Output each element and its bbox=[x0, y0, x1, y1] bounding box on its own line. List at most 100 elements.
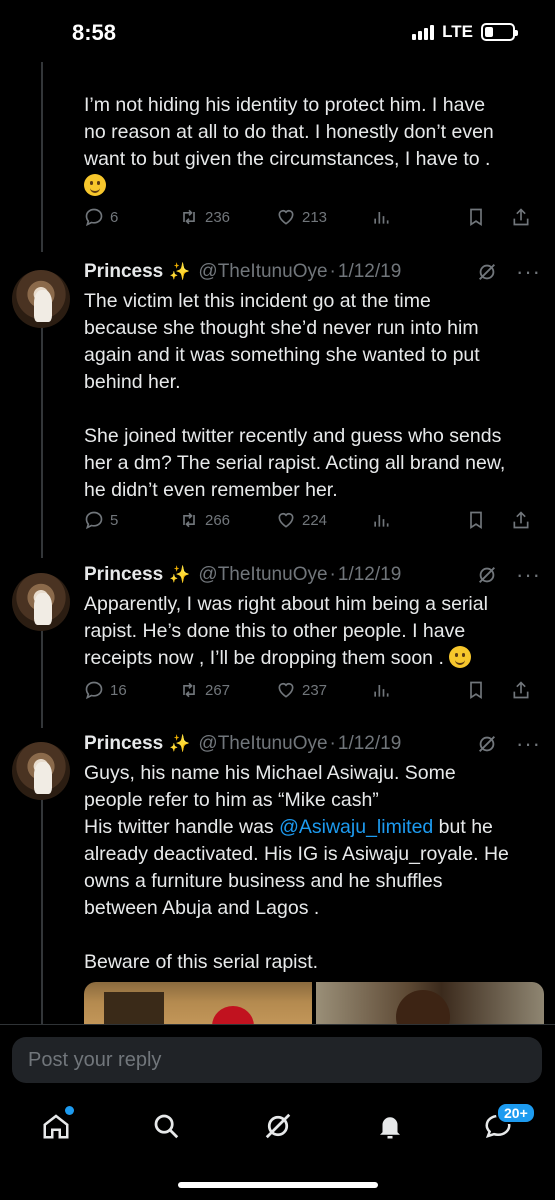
author-handle[interactable]: @TheItunuOye bbox=[198, 564, 327, 586]
views-button[interactable] bbox=[371, 680, 466, 700]
share-icon bbox=[513, 208, 529, 226]
retweet-button[interactable]: 266 bbox=[179, 510, 276, 530]
tweet[interactable]: I’m not hiding his identity to protect h… bbox=[0, 92, 555, 242]
author-name[interactable]: Princess bbox=[84, 564, 163, 586]
share-icon bbox=[513, 681, 529, 699]
messages-badge: 20+ bbox=[496, 1102, 536, 1124]
reply-input[interactable]: Post your reply bbox=[12, 1037, 542, 1083]
author-name[interactable]: Princess bbox=[84, 733, 163, 755]
tweet-line: Guys, his name his Michael Asiwaju. Some bbox=[84, 762, 456, 784]
retweet-count: 266 bbox=[205, 511, 231, 529]
reply-count: 16 bbox=[110, 681, 127, 699]
share-button[interactable] bbox=[511, 680, 531, 700]
home-icon bbox=[43, 1114, 69, 1139]
reply-button[interactable]: 5 bbox=[84, 510, 179, 530]
status-time: 8:58 bbox=[72, 20, 117, 45]
retweet-icon bbox=[183, 512, 195, 528]
like-count: 213 bbox=[302, 208, 328, 226]
author-handle[interactable]: @TheItunuOye bbox=[198, 733, 327, 755]
reply-count: 6 bbox=[110, 208, 119, 226]
mention-link[interactable]: @Asiwaju_limited bbox=[279, 816, 433, 838]
tweet-actions: 5 266 224 bbox=[84, 508, 541, 532]
author-name[interactable]: Princess bbox=[84, 261, 163, 283]
sparkles-icon: ✨ bbox=[169, 565, 191, 584]
separator-dot: · bbox=[329, 733, 336, 754]
like-button[interactable]: 237 bbox=[276, 680, 371, 700]
tweet-line: no reason at all to do that. I honestly … bbox=[84, 121, 494, 143]
nav-messages[interactable]: 20+ bbox=[478, 1102, 536, 1144]
retweet-button[interactable]: 236 bbox=[179, 207, 276, 227]
nav-notifications[interactable] bbox=[370, 1108, 410, 1144]
grok-icon[interactable] bbox=[476, 564, 498, 586]
tweet-line: people refer to him as “Mike cash” bbox=[84, 789, 379, 811]
views-button[interactable] bbox=[371, 510, 466, 530]
tweet[interactable]: Princess ✨ @TheItunuOye · 1/12/19 ··· Th… bbox=[0, 258, 555, 538]
reply-count: 5 bbox=[110, 511, 119, 529]
views-icon bbox=[374, 212, 389, 224]
nav-search[interactable] bbox=[146, 1108, 186, 1144]
bookmark-button[interactable] bbox=[466, 207, 511, 227]
tweet-line: again and it was something she wanted to… bbox=[84, 344, 480, 366]
tweet-date[interactable]: 1/12/19 bbox=[338, 261, 401, 283]
tweet-date[interactable]: 1/12/19 bbox=[338, 733, 401, 755]
share-icon bbox=[513, 511, 529, 529]
grok-icon bbox=[265, 1113, 291, 1139]
bookmark-button[interactable] bbox=[466, 680, 511, 700]
tweet-line: because she thought she’d never run into… bbox=[84, 317, 479, 339]
reply-bar: Post your reply bbox=[0, 1024, 555, 1094]
like-count: 224 bbox=[302, 511, 328, 529]
bookmark-button[interactable] bbox=[466, 510, 511, 530]
reply-icon bbox=[85, 208, 103, 227]
more-options-icon[interactable]: ··· bbox=[516, 564, 541, 586]
bottom-nav: 20+ bbox=[0, 1094, 555, 1200]
network-label: LTE bbox=[442, 22, 473, 41]
grok-icon[interactable] bbox=[476, 261, 498, 283]
avatar[interactable] bbox=[12, 270, 70, 328]
tweet-line: behind her. bbox=[84, 371, 181, 393]
bookmark-icon bbox=[470, 681, 482, 700]
retweet-button[interactable]: 267 bbox=[179, 680, 276, 700]
tweet[interactable]: Princess ✨ @TheItunuOye · 1/12/19 ··· Ap… bbox=[0, 561, 555, 701]
author-handle[interactable]: @TheItunuOye bbox=[198, 261, 327, 283]
retweet-icon bbox=[183, 209, 195, 225]
tweet-text-fragment: His twitter handle was bbox=[84, 816, 280, 838]
more-options-icon[interactable]: ··· bbox=[516, 261, 541, 283]
reply-button[interactable]: 6 bbox=[84, 207, 179, 227]
battery-icon bbox=[481, 23, 518, 41]
unread-dot bbox=[65, 1106, 74, 1115]
home-indicator bbox=[178, 1182, 378, 1188]
tweet-line: Apparently, I was right about him being … bbox=[84, 593, 488, 615]
tweet-text-fragment: but he bbox=[433, 816, 493, 838]
tweet-line: rapist. He’s done this to other people. … bbox=[84, 620, 466, 642]
slightly-smiling-face-icon bbox=[449, 646, 472, 668]
nav-home[interactable] bbox=[36, 1106, 76, 1144]
tweet-actions: 6 236 213 bbox=[84, 205, 541, 229]
tweet-line: The victim let this incident go at the t… bbox=[84, 290, 431, 312]
bookmark-icon bbox=[470, 511, 482, 530]
tweet-line: She joined twitter recently and guess wh… bbox=[84, 425, 502, 447]
tweet-text: Apparently, I was right about him being … bbox=[84, 591, 537, 672]
heart-icon bbox=[278, 209, 294, 225]
reply-button[interactable]: 16 bbox=[84, 680, 179, 700]
avatar[interactable] bbox=[12, 742, 70, 800]
tweet-text: Guys, his name his Michael Asiwaju. Some… bbox=[84, 760, 537, 976]
nav-grok[interactable] bbox=[258, 1108, 298, 1144]
like-button[interactable]: 213 bbox=[276, 207, 371, 227]
status-bar: 8:58 LTE bbox=[0, 0, 555, 62]
share-button[interactable] bbox=[511, 207, 531, 227]
like-button[interactable]: 224 bbox=[276, 510, 371, 530]
tweet-date[interactable]: 1/12/19 bbox=[338, 564, 401, 586]
views-icon bbox=[374, 685, 389, 697]
tweet-header: Princess ✨ @TheItunuOye · 1/12/19 ··· bbox=[84, 730, 541, 758]
share-button[interactable] bbox=[511, 510, 531, 530]
views-icon bbox=[374, 515, 389, 527]
more-options-icon[interactable]: ··· bbox=[516, 733, 541, 755]
sparkles-icon: ✨ bbox=[169, 734, 191, 753]
search-icon bbox=[154, 1114, 179, 1139]
grok-icon[interactable] bbox=[476, 733, 498, 755]
tweet-line: His twitter handle was @Asiwaju_limited … bbox=[84, 814, 537, 841]
heart-icon bbox=[278, 682, 294, 698]
tweet-header: Princess ✨ @TheItunuOye · 1/12/19 ··· bbox=[84, 258, 541, 286]
views-button[interactable] bbox=[371, 207, 466, 227]
avatar[interactable] bbox=[12, 573, 70, 631]
